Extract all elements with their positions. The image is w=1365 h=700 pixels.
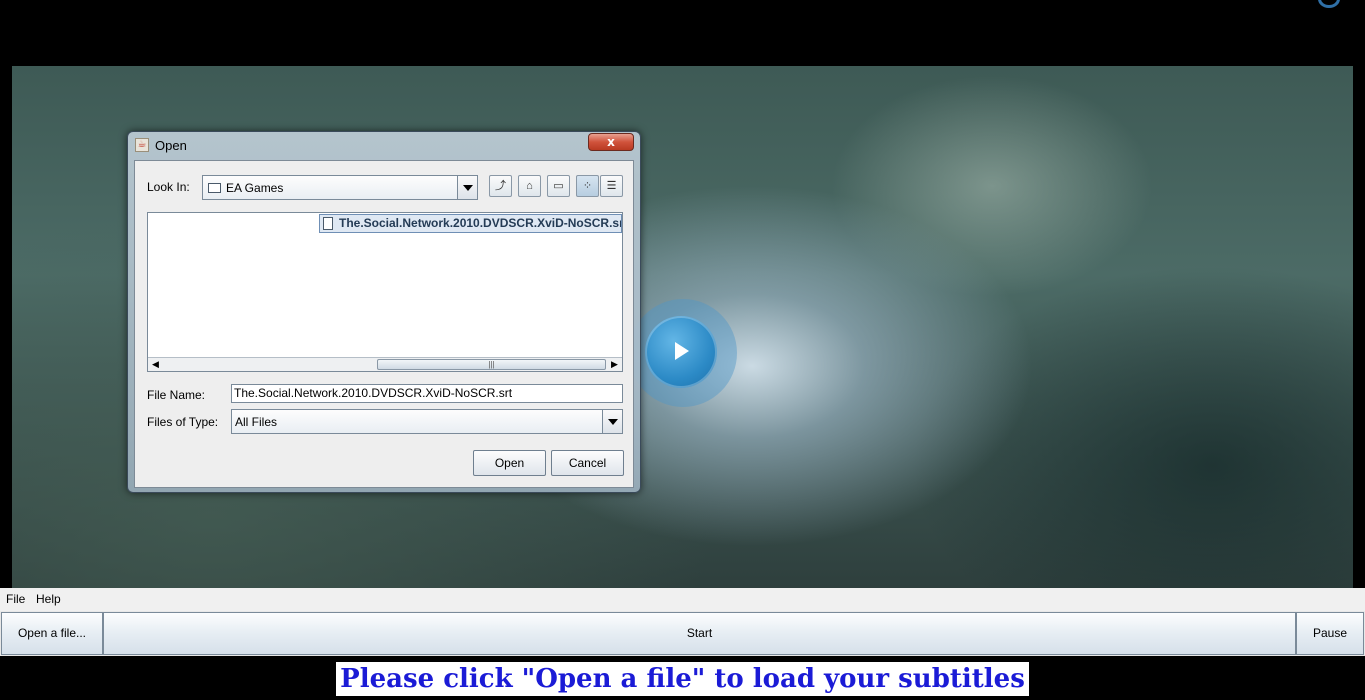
- menu-file[interactable]: File: [6, 592, 25, 606]
- look-in-select[interactable]: EA Games: [202, 175, 478, 200]
- menu-bar: File Help: [0, 588, 1365, 611]
- up-folder-icon: ⤴: [495, 180, 506, 192]
- file-list[interactable]: The.Social.Network.2010.DVDSCR.XviD-NoSC…: [147, 212, 623, 372]
- chevron-down-icon[interactable]: [602, 410, 622, 433]
- play-icon: [645, 316, 717, 388]
- home-button[interactable]: ⌂: [518, 175, 541, 197]
- file-name-input[interactable]: The.Social.Network.2010.DVDSCR.XviD-NoSC…: [231, 384, 623, 403]
- pause-button[interactable]: Pause: [1296, 612, 1364, 655]
- files-of-type-value: All Files: [235, 415, 278, 429]
- files-of-type-label: Files of Type:: [147, 415, 219, 429]
- cancel-button[interactable]: Cancel: [551, 450, 624, 476]
- open-button[interactable]: Open: [473, 450, 546, 476]
- subtitle-text: Please click "Open a file" to load your …: [336, 662, 1029, 696]
- subtitle-area: Please click "Open a file" to load your …: [0, 656, 1365, 700]
- java-icon: ☕: [135, 138, 149, 152]
- list-view-icon: ⁘: [582, 180, 593, 192]
- list-item[interactable]: The.Social.Network.2010.DVDSCR.XviD-NoSC…: [319, 214, 622, 233]
- folder-icon: [208, 183, 221, 193]
- files-of-type-select[interactable]: All Files: [231, 409, 623, 434]
- app-corner-icon: [1318, 0, 1340, 8]
- dialog-body: Look In: EA Games ⤴ ⌂ ▭ ⁘ ☰ The.Social.N…: [134, 160, 634, 488]
- file-name-label: File Name:: [147, 388, 206, 402]
- start-button[interactable]: Start: [103, 612, 1296, 655]
- dialog-title: Open: [155, 138, 187, 153]
- new-folder-icon: ▭: [553, 180, 564, 192]
- open-a-file-button[interactable]: Open a file...: [1, 612, 103, 655]
- play-button[interactable]: [629, 299, 737, 407]
- file-item-name: The.Social.Network.2010.DVDSCR.XviD-NoSC…: [339, 216, 622, 230]
- up-folder-button[interactable]: ⤴: [489, 175, 512, 197]
- list-view-button[interactable]: ⁘: [576, 175, 599, 197]
- look-in-label: Look In:: [147, 180, 190, 194]
- details-view-button[interactable]: ☰: [600, 175, 623, 197]
- player-toolbar: Open a file... Start Pause: [0, 611, 1365, 656]
- scroll-left-icon[interactable]: ◀: [148, 358, 163, 371]
- chevron-down-icon[interactable]: [457, 176, 477, 199]
- home-icon: ⌂: [526, 180, 533, 192]
- open-file-dialog: ☕ Open x Look In: EA Games ⤴ ⌂ ▭ ⁘ ☰ The…: [127, 131, 641, 493]
- new-folder-button[interactable]: ▭: [547, 175, 570, 197]
- details-view-icon: ☰: [606, 180, 617, 192]
- document-icon: [323, 217, 333, 230]
- horizontal-scrollbar[interactable]: ◀ ||| ▶: [148, 357, 622, 371]
- dialog-close-button[interactable]: x: [588, 133, 634, 151]
- scrollbar-thumb[interactable]: |||: [377, 359, 606, 370]
- scroll-right-icon[interactable]: ▶: [607, 358, 622, 371]
- look-in-value: EA Games: [226, 181, 284, 195]
- menu-help[interactable]: Help: [36, 592, 61, 606]
